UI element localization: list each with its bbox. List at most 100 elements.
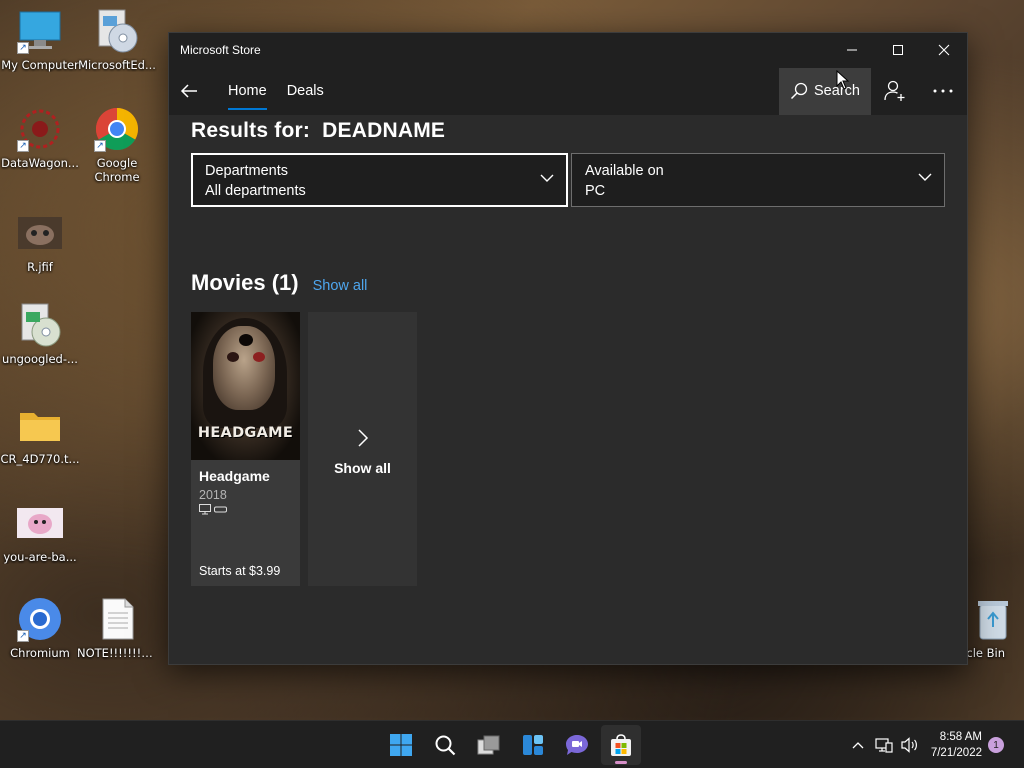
taskbar-clock[interactable]: 8:58 AM 7/21/2022 — [931, 729, 982, 761]
show-hidden-icons-button[interactable] — [845, 725, 871, 765]
store-taskbar-button[interactable] — [601, 725, 641, 765]
movies-section-title: Movies (1) — [191, 270, 299, 295]
available-on-label: Available on — [585, 163, 664, 179]
pc-icon — [199, 504, 211, 515]
desktop-icon-datawagon[interactable]: ↗ DataWagon... — [0, 106, 80, 192]
window-title: Microsoft Store — [180, 43, 261, 57]
search-icon — [790, 82, 808, 100]
movies-section-header: Movies (1) Show all — [191, 270, 945, 296]
monitor-icon: ↗ — [17, 8, 63, 54]
back-button[interactable] — [169, 67, 209, 115]
desktop-icon-label: you-are-ba... — [3, 550, 77, 564]
installer-disc-icon — [94, 8, 140, 54]
desktop-icon-cr-folder[interactable]: CR_4D770.t... — [0, 402, 80, 488]
start-button[interactable] — [381, 725, 421, 765]
desktop-icon-label: R.jfif — [27, 260, 53, 274]
movie-title: Headgame — [199, 468, 270, 484]
chrome-icon: ↗ — [94, 106, 140, 152]
clock-time: 8:58 AM — [939, 731, 982, 743]
taskbar-apps — [381, 721, 641, 768]
store-icon — [611, 734, 631, 756]
search-button[interactable]: Search — [779, 67, 871, 115]
maximize-button[interactable] — [875, 33, 921, 67]
desktop-icon-label: Google Chrome — [94, 156, 140, 184]
folder-icon — [17, 402, 63, 448]
available-on-value: PC — [585, 183, 606, 199]
chevron-down-icon — [540, 174, 554, 182]
widgets-icon — [523, 735, 543, 755]
desktop-icon-label: DataWagon... — [1, 156, 79, 170]
desktop-icon-you-are-ba[interactable]: you-are-ba... — [0, 500, 80, 586]
network-icon — [875, 738, 893, 753]
task-view-button[interactable] — [469, 725, 509, 765]
desktop-icon-label: ungoogled-... — [2, 352, 78, 366]
movie-price: Starts at $3.99 — [199, 564, 281, 578]
maximize-icon — [893, 45, 903, 55]
more-dots-icon — [933, 89, 953, 93]
departments-value: All departments — [205, 183, 306, 199]
widgets-button[interactable] — [513, 725, 553, 765]
volume-button[interactable] — [897, 725, 923, 765]
taskbar-search-button[interactable] — [425, 725, 465, 765]
tab-deals[interactable]: Deals — [287, 67, 324, 115]
results-heading: Results for: DEADNAME — [191, 119, 945, 153]
movie-year: 2018 — [199, 488, 227, 502]
recycle-bin-icon — [969, 596, 1015, 642]
more-options-button[interactable] — [919, 67, 967, 115]
chat-icon — [566, 735, 588, 755]
chevron-right-icon — [357, 429, 368, 447]
filter-bar: Departments All departments Available on… — [191, 153, 945, 207]
close-button[interactable] — [921, 33, 967, 67]
movie-poster: HEADGAME — [191, 312, 300, 460]
movie-card-headgame[interactable]: HEADGAME Headgame 2018 Starts at $3.99 — [191, 312, 300, 586]
hololens-icon — [214, 506, 227, 513]
taskbar: 8:58 AM 7/21/2022 1 — [0, 720, 1024, 768]
network-button[interactable] — [871, 725, 897, 765]
desktop-icon-google-chrome[interactable]: ↗ Google Chrome — [77, 106, 157, 196]
mouse-cursor-icon — [836, 70, 850, 90]
close-icon — [938, 44, 950, 56]
desktop-icon-label: MicrosoftEd... — [78, 58, 156, 72]
installer-disc-icon — [17, 302, 63, 348]
results-content: Results for: DEADNAME Departments All de… — [169, 119, 967, 586]
datawagon-icon: ↗ — [17, 106, 63, 152]
desktop-icon-label: NOTE!!!!!!!!!... — [77, 646, 157, 660]
desktop-icon-ungoogled[interactable]: ungoogled-... — [0, 302, 80, 388]
chat-button[interactable] — [557, 725, 597, 765]
desktop-icon-note[interactable]: NOTE!!!!!!!!!... — [77, 596, 157, 682]
shortcut-arrow-icon: ↗ — [94, 140, 106, 152]
window-caption-buttons — [829, 33, 967, 67]
account-button[interactable] — [871, 67, 919, 115]
chevron-down-icon — [918, 173, 932, 181]
tab-home[interactable]: Home — [228, 67, 267, 115]
poster-title: HEADGAME — [197, 425, 294, 441]
departments-label: Departments — [205, 163, 289, 179]
departments-dropdown[interactable]: Departments All departments — [191, 153, 568, 207]
movies-card-row: HEADGAME Headgame 2018 Starts at $3.99 S… — [191, 312, 945, 586]
desktop-icon-microsoft-edge-installer[interactable]: MicrosoftEd... — [77, 8, 157, 94]
notification-badge[interactable]: 1 — [988, 737, 1004, 753]
window-titlebar[interactable]: Microsoft Store — [169, 33, 967, 67]
chevron-up-icon — [852, 742, 864, 749]
microsoft-store-window: Microsoft Store Home Deals Search Result… — [168, 32, 968, 665]
text-file-icon — [94, 596, 140, 642]
results-prefix: Results for: — [191, 119, 311, 142]
desktop-icon-r-jfif[interactable]: R.jfif — [0, 210, 80, 296]
desktop-icon-label: My Computer — [1, 58, 79, 72]
minimize-button[interactable] — [829, 33, 875, 67]
chromium-icon: ↗ — [17, 596, 63, 642]
desktop-icon-label: Chromium — [10, 646, 70, 660]
movies-show-all-link[interactable]: Show all — [313, 278, 368, 294]
desktop-icon-my-computer[interactable]: ↗ My Computer — [0, 8, 80, 94]
platform-icons — [199, 504, 292, 515]
image-thumbnail-icon — [17, 210, 63, 256]
show-all-card[interactable]: Show all — [308, 312, 417, 586]
desktop-icon-label: CR_4D770.t... — [0, 452, 80, 466]
shortcut-arrow-icon: ↗ — [17, 42, 29, 54]
task-view-icon — [477, 735, 500, 755]
desktop-icon-chromium[interactable]: ↗ Chromium — [0, 596, 80, 682]
available-on-dropdown[interactable]: Available on PC — [571, 153, 945, 207]
search-icon — [435, 735, 456, 756]
shortcut-arrow-icon: ↗ — [17, 140, 29, 152]
shortcut-arrow-icon: ↗ — [17, 630, 29, 642]
